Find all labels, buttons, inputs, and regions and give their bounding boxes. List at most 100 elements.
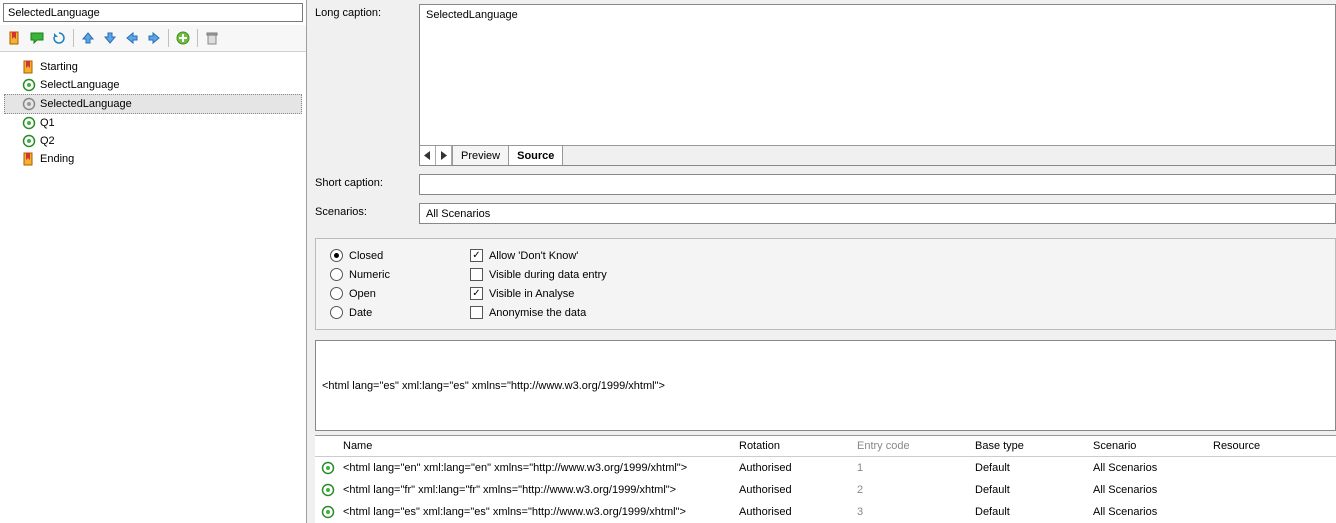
target-icon [321,461,335,475]
radio-icon [330,249,343,262]
comment-icon[interactable] [27,28,47,48]
checkbox-icon [470,287,483,300]
responses-table: Name Rotation Entry code Base type Scena… [315,435,1336,523]
check-anonymise-label: Anonymise the data [489,307,586,319]
radio-closed[interactable]: Closed [330,249,390,262]
td-rotation: Authorised [733,504,851,520]
td-base: Default [969,460,1087,476]
bookmark-icon [22,152,36,166]
search-input[interactable] [3,3,303,22]
question-type-panel: Closed Numeric Open Date Allow 'Don't Kn… [315,238,1336,330]
tree-item-label: Starting [40,59,78,75]
table-header: Name Rotation Entry code Base type Scena… [315,436,1336,457]
tree-item-q2[interactable]: Q2 [4,132,302,150]
arrow-up-icon[interactable] [78,28,98,48]
tree-item-starting[interactable]: Starting [4,58,302,76]
tab-next-icon[interactable] [436,146,452,165]
td-name: <html lang="es" xml:lang="es" xmlns="htt… [337,504,733,520]
long-caption-label: Long caption: [315,4,415,19]
add-icon[interactable] [173,28,193,48]
arrow-right-icon[interactable] [144,28,164,48]
td-scenario: All Scenarios [1087,482,1207,498]
radio-closed-label: Closed [349,250,383,262]
tab-preview[interactable]: Preview [453,146,509,165]
separator [197,29,198,47]
th-name[interactable]: Name [337,436,733,456]
td-rotation: Authorised [733,460,851,476]
td-name: <html lang="en" xml:lang="en" xmlns="htt… [337,460,733,476]
arrow-left-icon[interactable] [122,28,142,48]
checkbox-icon [470,249,483,262]
left-panel: Starting SelectLanguage SelectedLanguage Q1… [0,0,307,523]
filter-input[interactable] [315,340,1336,431]
target-icon [22,134,36,148]
check-allow-dk[interactable]: Allow 'Don't Know' [470,249,607,262]
long-caption-editor[interactable]: SelectedLanguage Preview Source [419,4,1336,166]
td-scenario: All Scenarios [1087,504,1207,520]
tree-item-label: Q1 [40,115,55,131]
bookmark-icon[interactable] [5,28,25,48]
check-visible-entry-label: Visible during data entry [489,269,607,281]
tree-item-selectedlanguage[interactable]: SelectedLanguage [4,94,302,114]
td-name: <html lang="fr" xml:lang="fr" xmlns="htt… [337,482,733,498]
target-icon [321,505,335,519]
radio-numeric[interactable]: Numeric [330,268,390,281]
radio-open[interactable]: Open [330,287,390,300]
tree-item-ending[interactable]: Ending [4,150,302,168]
target-icon [321,483,335,497]
radio-icon [330,287,343,300]
check-anonymise[interactable]: Anonymise the data [470,306,607,319]
short-caption-label: Short caption: [315,174,415,189]
question-tree: Starting SelectLanguage SelectedLanguage Q1… [0,52,306,523]
delete-icon[interactable] [202,28,222,48]
check-allow-dk-label: Allow 'Don't Know' [489,250,578,262]
tab-prev-icon[interactable] [420,146,436,165]
checkbox-icon [470,268,483,281]
tree-item-label: SelectedLanguage [40,96,132,112]
radio-icon [330,268,343,281]
table-row[interactable]: <html lang="en" xml:lang="en" xmlns="htt… [315,457,1336,479]
td-entry: 1 [851,460,969,476]
td-entry: 2 [851,482,969,498]
td-scenario: All Scenarios [1087,460,1207,476]
tab-source[interactable]: Source [509,146,563,165]
td-rotation: Authorised [733,482,851,498]
radio-numeric-label: Numeric [349,269,390,281]
short-caption-input[interactable] [419,174,1336,195]
tree-item-selectlanguage[interactable]: SelectLanguage [4,76,302,94]
checkbox-icon [470,306,483,319]
check-visible-analyse[interactable]: Visible in Analyse [470,287,607,300]
scenarios-label: Scenarios: [315,203,415,218]
scenarios-input[interactable] [419,203,1336,224]
td-resource [1207,466,1336,470]
th-entry[interactable]: Entry code [851,436,969,456]
bookmark-icon [22,60,36,74]
caption-tabs: Preview Source [420,145,1335,165]
tree-toolbar [0,25,306,52]
tree-item-q1[interactable]: Q1 [4,114,302,132]
td-base: Default [969,504,1087,520]
table-row[interactable]: <html lang="fr" xml:lang="fr" xmlns="htt… [315,479,1336,501]
target-icon [22,116,36,130]
long-caption-text[interactable]: SelectedLanguage [420,5,1335,145]
td-base: Default [969,482,1087,498]
target-icon [22,78,36,92]
arrow-down-icon[interactable] [100,28,120,48]
radio-icon [330,306,343,319]
right-panel: Long caption: SelectedLanguage Preview S… [307,0,1336,523]
tree-item-label: SelectLanguage [40,77,120,93]
radio-date[interactable]: Date [330,306,390,319]
separator [73,29,74,47]
th-rotation[interactable]: Rotation [733,436,851,456]
target-grey-icon [22,97,36,111]
check-visible-entry[interactable]: Visible during data entry [470,268,607,281]
th-scenario[interactable]: Scenario [1087,436,1207,456]
tree-item-label: Q2 [40,133,55,149]
radio-open-label: Open [349,288,376,300]
th-resource[interactable]: Resource [1207,436,1336,456]
refresh-icon[interactable] [49,28,69,48]
radio-date-label: Date [349,307,372,319]
th-base[interactable]: Base type [969,436,1087,456]
table-row[interactable]: <html lang="es" xml:lang="es" xmlns="htt… [315,501,1336,523]
td-resource [1207,488,1336,492]
